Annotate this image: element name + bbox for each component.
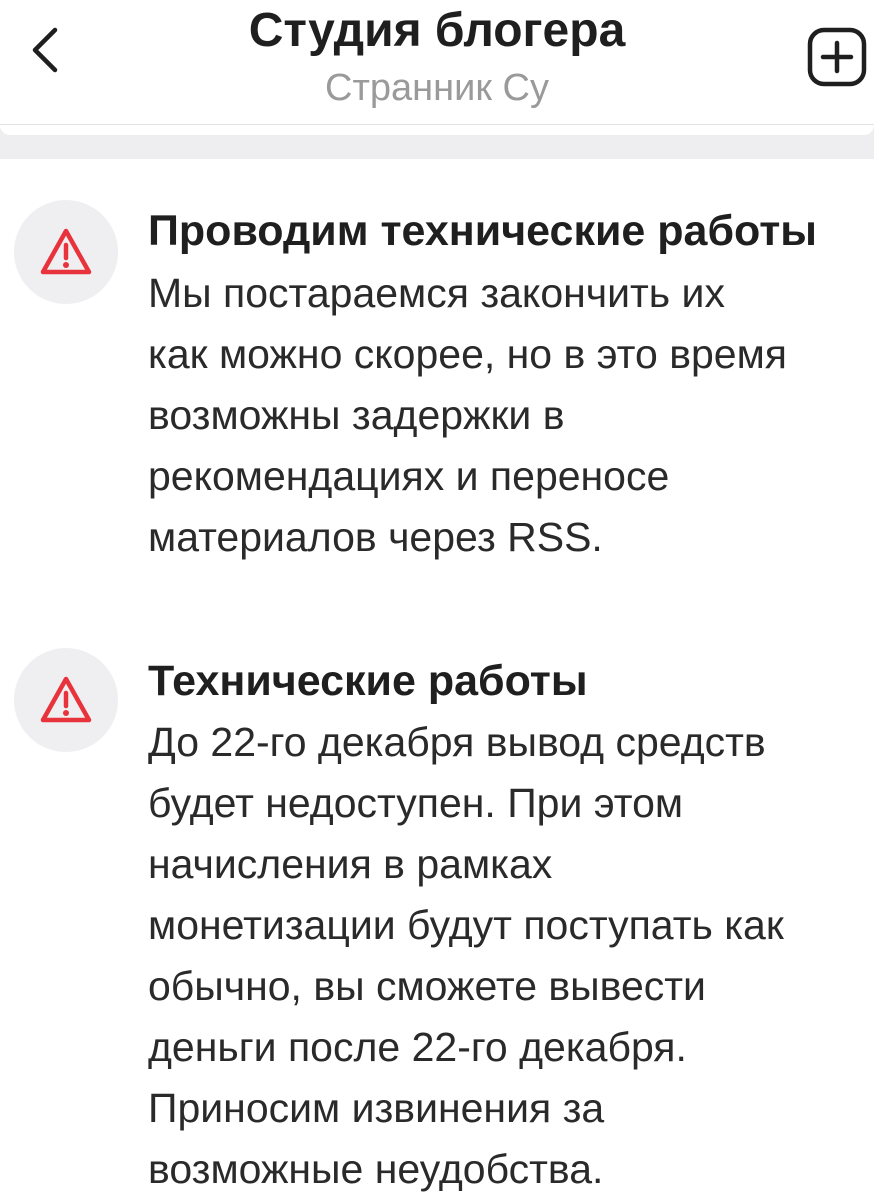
warning-triangle-icon bbox=[40, 676, 92, 723]
notice-body-line: как можно скорее, но в это время bbox=[148, 331, 787, 377]
notice-body: До 22-го декабря вывод средств будет нед… bbox=[148, 712, 870, 1200]
top-bar: Студия блогера Странник Су bbox=[0, 0, 874, 125]
notice-body-line: монетизации будут поступать как bbox=[148, 902, 784, 948]
notice-body-line: деньги после 22-го декабря. bbox=[148, 1024, 687, 1070]
notice-title: Проводим технические работы bbox=[148, 207, 817, 255]
section-separator bbox=[0, 125, 874, 159]
notice-body-line: Приносим извинения за bbox=[148, 1085, 605, 1131]
notice-body-line: возможны задержки в bbox=[148, 392, 565, 438]
notice-body-line: будет недоступен. При этом bbox=[148, 780, 684, 826]
page-subtitle: Странник Су bbox=[325, 67, 549, 109]
notice-body-line: До 22-го декабря вывод средств bbox=[148, 719, 766, 765]
plus-square-icon bbox=[807, 27, 867, 87]
notice-title: Технические работы bbox=[148, 657, 588, 705]
notice-body-line: возможные неудобства. bbox=[148, 1146, 604, 1192]
card-bottom-edge bbox=[0, 125, 874, 135]
notice-body: Мы постараемся закончить их как можно ск… bbox=[148, 263, 870, 568]
notice-icon-badge bbox=[14, 200, 118, 304]
notice-body-line: Мы постараемся закончить их bbox=[148, 270, 725, 316]
warning-triangle-icon bbox=[40, 228, 92, 275]
add-button[interactable] bbox=[806, 26, 868, 88]
notice-icon-badge bbox=[14, 648, 118, 752]
notice-body-line: начисления в рамках bbox=[148, 841, 553, 887]
notice-body-line: обычно, вы сможете вывести bbox=[148, 963, 706, 1009]
page-title: Студия блогера bbox=[248, 4, 626, 57]
notice-body-line: рекомендациях и переносе bbox=[148, 453, 670, 499]
notice-body-line: материалов через RSS. bbox=[148, 514, 603, 560]
